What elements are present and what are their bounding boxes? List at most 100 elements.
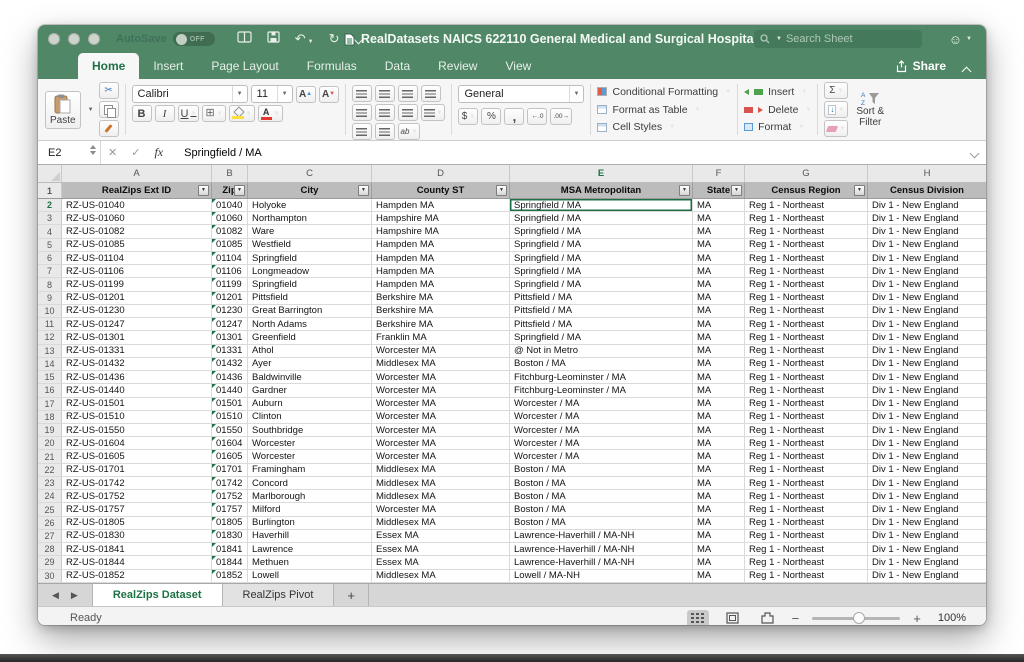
format-painter-button[interactable] [98,120,119,137]
cell[interactable]: MA [693,437,745,450]
cell[interactable]: MA [693,423,745,437]
cell[interactable]: Reg 1 - Northeast [745,397,868,410]
cell[interactable]: RZ-US-01201 [62,291,212,304]
cell[interactable]: Reg 1 - Northeast [745,476,868,490]
cell[interactable]: Div 1 - New England [868,225,986,237]
align-top-button[interactable] [351,85,372,102]
column-header-d[interactable]: D [372,165,510,182]
row-number[interactable]: 19 [38,423,62,437]
cell[interactable]: 01805 [212,516,248,529]
cell[interactable]: RZ-US-01752 [62,490,212,503]
undo-button[interactable]: ↶ ▼ [295,30,314,48]
cell[interactable]: 01432 [212,357,248,371]
row-number[interactable]: 17 [38,397,62,410]
filter-header-state[interactable]: State ▼ [693,183,745,198]
cell[interactable]: 01440 [212,384,248,397]
font-name-select[interactable]: Calibri ▼ [131,85,248,103]
cell[interactable]: RZ-US-01605 [62,450,212,463]
filter-header-city[interactable]: City ▼ [248,183,372,198]
cell[interactable]: MA [693,251,745,265]
decrease-indent-button[interactable] [351,123,372,140]
cell[interactable]: RZ-US-01805 [62,516,212,529]
cell[interactable]: RZ-US-01440 [62,384,212,397]
cell[interactable]: Reg 1 - Northeast [745,344,868,357]
insert-function-button[interactable]: fx [147,145,170,160]
cell[interactable]: Div 1 - New England [868,543,986,555]
cell[interactable]: Reg 1 - Northeast [745,291,868,304]
cell[interactable]: Boston / MA [510,490,693,503]
cell[interactable]: RZ-US-01199 [62,278,212,291]
column-header-b[interactable]: B [212,165,248,182]
decrease-decimal-button[interactable]: .00→ [550,108,573,125]
row-number[interactable]: 28 [38,543,62,556]
cell[interactable]: Berkshire MA [372,304,510,318]
font-size-select[interactable]: 11 ▼ [250,85,293,103]
cell[interactable]: Worcester / MA [510,450,693,463]
paste-button[interactable]: Paste [45,90,81,129]
cell[interactable]: 01757 [212,503,248,516]
cell[interactable]: Worcester MA [372,410,510,423]
cell[interactable]: Worcester MA [372,450,510,463]
cell[interactable]: Div 1 - New England [868,292,986,304]
add-sheet-button[interactable]: + [334,584,370,606]
cell[interactable]: Div 1 - New England [868,239,986,251]
cell[interactable]: RZ-US-01040 [62,199,212,212]
share-button[interactable]: Share [895,53,946,79]
column-header-g[interactable]: G [745,165,868,182]
row-number[interactable]: 10 [38,304,62,318]
cell[interactable]: Reg 1 - Northeast [745,569,868,582]
cell[interactable]: RZ-US-01830 [62,529,212,543]
cell[interactable]: Springfield / MA [510,251,693,265]
orientation-button[interactable]: ab ▼ [397,123,421,140]
new-workbook-button[interactable] [237,30,252,48]
cell[interactable]: Div 1 - New England [868,477,986,489]
column-header-e[interactable]: E [510,165,693,182]
formula-bar-value[interactable]: Springfield / MA [184,147,262,159]
cell[interactable]: Boston / MA [510,516,693,529]
cell[interactable]: Springfield / MA [510,238,693,251]
row-number[interactable]: 2 [38,199,62,212]
cut-button[interactable]: ✂ [98,82,119,99]
cell[interactable]: RZ-US-01432 [62,357,212,371]
cell[interactable]: Worcester MA [372,437,510,450]
underline-button[interactable]: U ▼ [177,105,200,122]
filter-dropdown-button[interactable]: ▼ [234,184,245,196]
filter-dropdown-button[interactable]: ▼ [679,184,690,196]
cell[interactable]: Hampden MA [372,199,510,212]
cell[interactable]: Reg 1 - Northeast [745,212,868,225]
cell[interactable]: Lowell [248,569,372,582]
cell[interactable]: RZ-US-01060 [62,212,212,225]
filter-dropdown-button[interactable]: ▼ [198,184,209,196]
cell[interactable]: Worcester / MA [510,423,693,437]
cell[interactable]: Reg 1 - Northeast [745,543,868,556]
cell[interactable]: Div 1 - New England [868,358,986,370]
cell[interactable]: Div 1 - New England [868,384,986,396]
cell[interactable]: Middlesex MA [372,569,510,582]
cell[interactable]: Greenfield [248,331,372,344]
cell[interactable]: Springfield / MA [510,265,693,278]
cell[interactable]: Essex MA [372,556,510,569]
cell[interactable]: Southbridge [248,423,372,437]
cell[interactable]: Lawrence-Haverhill / MA-NH [510,543,693,556]
cell[interactable]: Hampden MA [372,251,510,265]
cell[interactable]: Div 1 - New England [868,278,986,290]
cell[interactable]: 01230 [212,304,248,318]
filter-header-zip[interactable]: Zip ▼ [212,183,248,198]
cell[interactable]: Hampshire MA [372,225,510,238]
decrease-font-size-button[interactable]: A ▼ [318,85,339,103]
tab-data[interactable]: Data [371,53,424,79]
cell[interactable]: MA [693,318,745,331]
row-number[interactable]: 21 [38,450,62,463]
cell[interactable]: Great Barrington [248,304,372,318]
cell[interactable]: MA [693,212,745,225]
cell[interactable]: RZ-US-01106 [62,265,212,278]
row-number[interactable]: 16 [38,384,62,397]
cell[interactable]: Div 1 - New England [868,556,986,568]
filter-dropdown-button[interactable]: ▼ [854,184,865,196]
search-sheet-field[interactable]: ▼ Search Sheet [754,30,922,48]
cell[interactable]: Div 1 - New England [868,570,986,582]
cell[interactable]: Pittsfield / MA [510,318,693,331]
cancel-entry-button[interactable]: ✕ [101,146,124,159]
delete-cells-button[interactable]: Delete ▼ [744,101,811,119]
cell[interactable]: Div 1 - New England [868,345,986,357]
